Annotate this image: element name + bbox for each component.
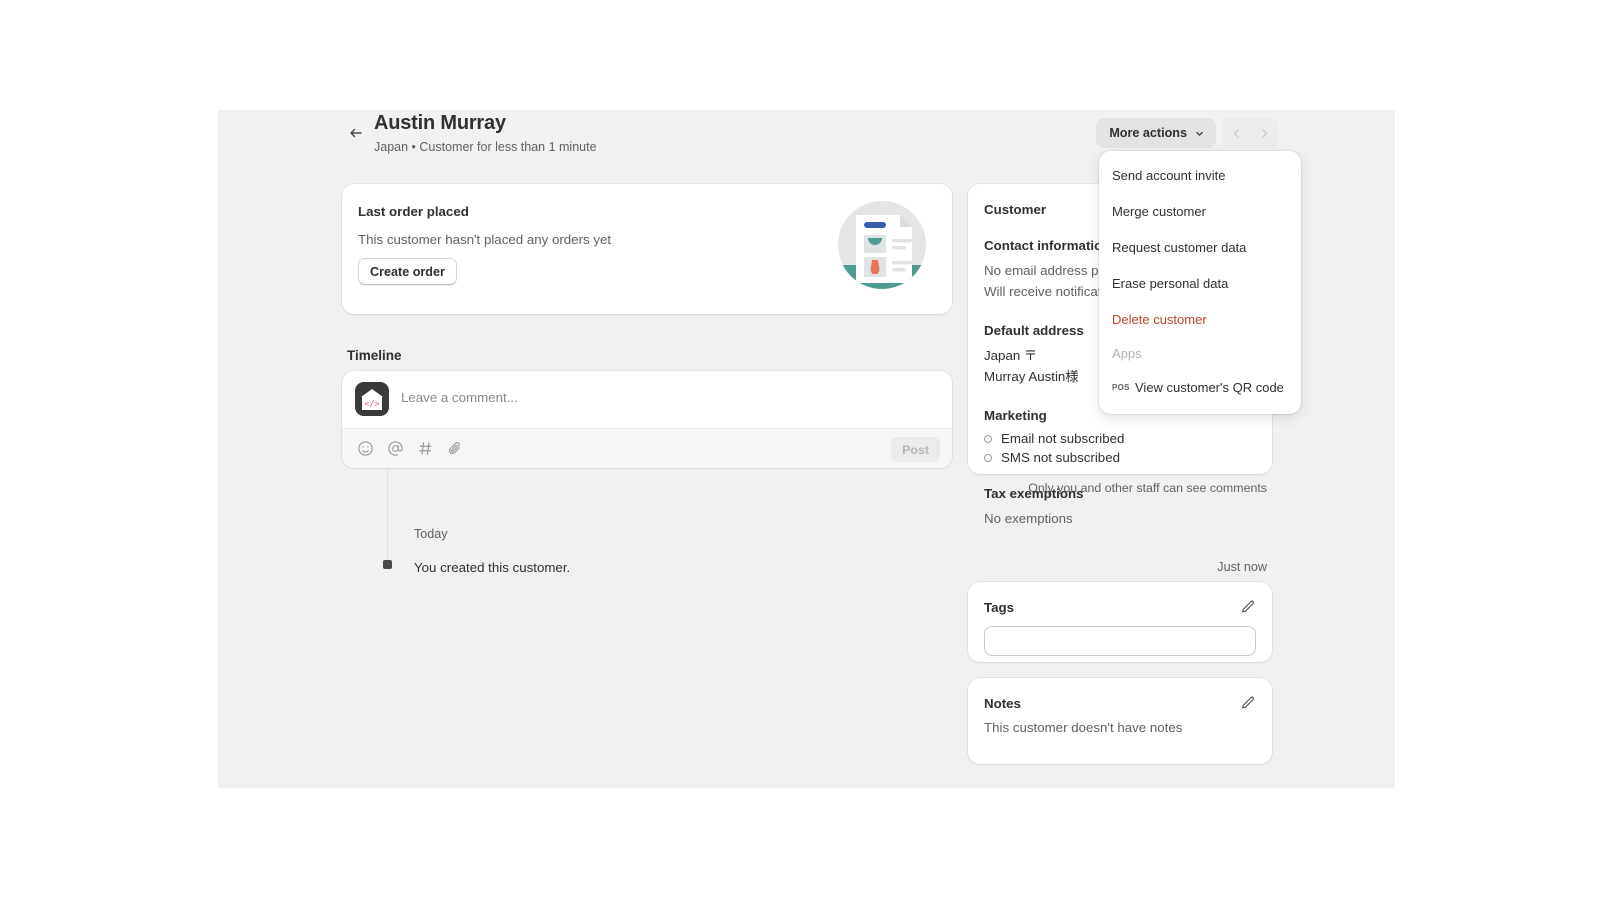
menu-item-merge-customer[interactable]: Merge customer: [1099, 193, 1301, 229]
timeline-day-label: Today: [414, 527, 448, 541]
timeline-event-text: You created this customer.: [414, 560, 571, 575]
post-comment-button[interactable]: Post: [891, 437, 940, 462]
last-order-title: Last order placed: [358, 204, 469, 219]
mention-icon[interactable]: [387, 440, 404, 457]
timeline-connector: [387, 468, 388, 568]
comment-composer: </> Leave a comment... Post: [342, 371, 952, 468]
marketing-email-row: Email not subscribed: [984, 431, 1256, 446]
notes-title: Notes: [984, 695, 1021, 711]
chevron-left-icon: [1233, 128, 1239, 138]
more-actions-button[interactable]: More actions: [1096, 118, 1216, 148]
menu-item-label: Erase personal data: [1112, 275, 1229, 291]
menu-item-label: Delete customer: [1112, 311, 1207, 327]
chevron-right-icon: [1261, 128, 1267, 138]
menu-item-view-customer-qr-code[interactable]: POS View customer's QR code: [1099, 369, 1301, 405]
timeline-title: Timeline: [347, 348, 402, 363]
menu-item-erase-personal-data[interactable]: Erase personal data: [1099, 265, 1301, 301]
circle-status-icon: [984, 453, 992, 462]
previous-customer-button[interactable]: [1222, 118, 1250, 148]
timeline-event-time: Just now: [1217, 560, 1267, 574]
emoji-icon[interactable]: [357, 440, 374, 457]
page-title: Austin Murray: [374, 112, 506, 134]
menu-item-label: Merge customer: [1112, 203, 1206, 219]
composer-input-area[interactable]: </> Leave a comment...: [342, 371, 952, 428]
menu-item-request-customer-data[interactable]: Request customer data: [1099, 229, 1301, 265]
marketing-email-status: Email not subscribed: [1001, 431, 1125, 447]
back-arrow-icon[interactable]: [346, 123, 366, 143]
notes-card: Notes This customer doesn't have notes: [968, 678, 1272, 764]
pos-app-icon: POS: [1112, 382, 1130, 392]
chevron-down-icon: [1196, 131, 1203, 136]
menu-item-label: View customer's QR code: [1135, 379, 1284, 395]
marketing-sms-row: SMS not subscribed: [984, 450, 1256, 465]
empty-order-illustration: [838, 201, 926, 289]
tax-exemptions-heading: Tax exemptions: [984, 486, 1084, 502]
tags-input[interactable]: [984, 626, 1256, 656]
create-order-button[interactable]: Create order: [358, 258, 457, 285]
svg-text:</>: </>: [364, 400, 379, 410]
menu-item-delete-customer[interactable]: Delete customer: [1099, 301, 1301, 337]
header-actions: More actions: [1096, 118, 1278, 148]
menu-item-send-account-invite[interactable]: Send account invite: [1099, 157, 1301, 193]
page-subtitle: Japan • Customer for less than 1 minute: [374, 140, 597, 154]
customer-detail-page: Austin Murray Japan • Customer for less …: [218, 110, 1395, 788]
tags-title: Tags: [984, 599, 1015, 615]
notes-empty-text: This customer doesn't have notes: [984, 720, 1183, 735]
menu-item-label: Send account invite: [1112, 167, 1226, 183]
composer-toolbar: Post: [342, 428, 952, 468]
next-customer-button[interactable]: [1250, 118, 1278, 148]
last-order-card: Last order placed This customer hasn't p…: [342, 184, 952, 314]
pagination-control: [1222, 118, 1278, 148]
menu-section-apps: Apps: [1112, 345, 1142, 361]
more-actions-menu: Send account invite Merge customer Reque…: [1099, 151, 1301, 414]
circle-status-icon: [984, 434, 992, 443]
tax-exemptions-value: No exemptions: [984, 511, 1073, 527]
edit-notes-pencil-icon[interactable]: [1240, 695, 1256, 711]
tags-card: Tags: [968, 582, 1272, 662]
attachment-icon[interactable]: [447, 440, 464, 457]
comment-placeholder: Leave a comment...: [401, 390, 518, 405]
edit-tags-pencil-icon[interactable]: [1240, 599, 1256, 615]
menu-item-label: Request customer data: [1112, 239, 1247, 255]
timeline-event-marker: [383, 560, 392, 569]
more-actions-label: More actions: [1109, 126, 1187, 140]
hashtag-icon[interactable]: [417, 440, 434, 457]
store-code-avatar-icon: </>: [355, 382, 389, 416]
last-order-message: This customer hasn't placed any orders y…: [358, 232, 612, 247]
marketing-sms-status: SMS not subscribed: [1001, 450, 1120, 466]
